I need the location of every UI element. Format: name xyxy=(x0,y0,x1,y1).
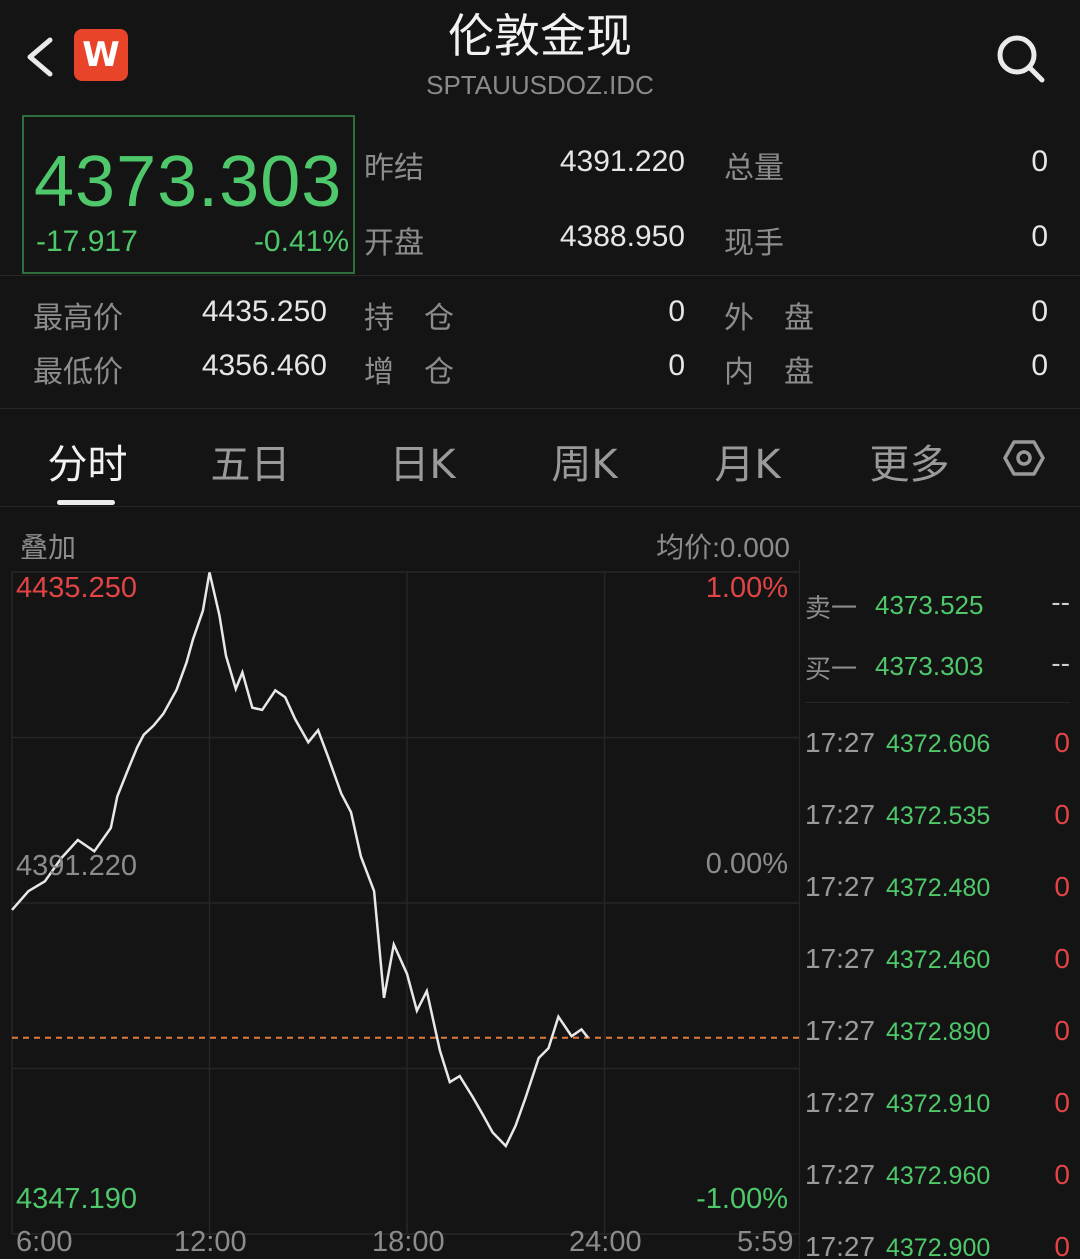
tick-volume: 0 xyxy=(1054,727,1070,758)
low-value: 4356.460 xyxy=(201,349,327,382)
tick-price: 4372.480 xyxy=(886,874,991,902)
bid-volume: -- xyxy=(1051,649,1070,679)
tick-volume: 0 xyxy=(1054,1087,1070,1118)
tick-volume: 0 xyxy=(1054,1231,1070,1259)
side-divider xyxy=(799,560,800,1259)
tab-weekly-k[interactable]: 周K xyxy=(537,432,632,490)
tick-volume: 0 xyxy=(1054,1159,1070,1190)
search-button[interactable] xyxy=(990,28,1050,88)
divider xyxy=(0,275,1080,276)
tab-intraday[interactable]: 分时 xyxy=(40,432,135,490)
tick-volume: 0 xyxy=(1054,871,1070,902)
pct-axis-mid-label: 0.00% xyxy=(705,848,788,880)
tab-five-day[interactable]: 五日 xyxy=(203,432,298,490)
tab-daily-k[interactable]: 日K xyxy=(375,432,470,490)
divider xyxy=(805,702,1070,703)
tick-price: 4372.890 xyxy=(886,1018,991,1046)
logo-letter: W xyxy=(82,35,120,75)
tick-price: 4372.910 xyxy=(886,1090,991,1118)
tick-price: 4372.960 xyxy=(886,1162,991,1190)
open-value: 4388.950 xyxy=(559,220,685,253)
tab-more[interactable]: 更多 xyxy=(862,432,957,490)
chart-grid xyxy=(11,571,800,1235)
inner-label: 内 盘 xyxy=(724,355,814,390)
ask-label: 卖一 xyxy=(805,594,858,624)
tick-price: 4372.900 xyxy=(886,1234,991,1259)
price-change-pct: -0.41% xyxy=(253,225,349,258)
high-label: 最高价 xyxy=(33,301,123,336)
intraday-chart[interactable] xyxy=(0,560,800,1259)
open-interest-label: 持 仓 xyxy=(364,301,454,336)
oi-change-value: 0 xyxy=(668,349,685,382)
bid-label: 买一 xyxy=(805,655,858,685)
page-title: 伦敦金现 xyxy=(448,9,632,63)
y-axis-top-label: 4435.250 xyxy=(16,572,137,604)
chevron-left-icon xyxy=(27,37,53,77)
settings-hexagon-icon xyxy=(1003,440,1045,476)
price-box: 4373.303 -17.917 -0.41% xyxy=(22,115,355,274)
current-hand-label: 现手 xyxy=(724,226,784,261)
tab-monthly-k[interactable]: 月K xyxy=(700,432,795,490)
back-button[interactable] xyxy=(18,28,66,86)
pct-axis-top-label: 1.00% xyxy=(705,572,788,604)
tick-time: 17:27 xyxy=(805,1231,876,1259)
ask-volume: -- xyxy=(1051,588,1070,618)
tick-volume: 0 xyxy=(1054,943,1070,974)
prev-settle-label: 昨结 xyxy=(364,151,424,186)
tick-time: 17:27 xyxy=(805,943,876,974)
app-logo: W xyxy=(74,29,128,81)
x-axis-label: 24:00 xyxy=(569,1226,642,1258)
divider xyxy=(0,506,1080,507)
total-volume-value: 0 xyxy=(1031,145,1048,178)
divider xyxy=(0,408,1080,409)
high-value: 4435.250 xyxy=(201,295,327,328)
active-tab-indicator xyxy=(57,500,115,505)
y-axis-bottom-label: 4347.190 xyxy=(16,1183,137,1215)
tick-price: 4372.535 xyxy=(886,802,991,830)
open-interest-value: 0 xyxy=(668,295,685,328)
prev-settle-value: 4391.220 xyxy=(559,145,685,178)
bid-price: 4373.303 xyxy=(875,651,984,681)
symbol-code: SPTAUUSDOZ.IDC xyxy=(426,70,654,100)
last-price: 4373.303 xyxy=(34,142,343,222)
inner-value: 0 xyxy=(1031,349,1048,382)
open-label: 开盘 xyxy=(364,226,424,261)
x-axis-label: 5:59 xyxy=(737,1226,794,1258)
tick-time: 17:27 xyxy=(805,871,876,902)
price-change: -17.917 xyxy=(36,225,138,258)
tick-time: 17:27 xyxy=(805,1087,876,1118)
outer-value: 0 xyxy=(1031,295,1048,328)
x-axis-label: 12:00 xyxy=(174,1226,247,1258)
tick-price: 4372.460 xyxy=(886,946,991,974)
chart-settings-button[interactable] xyxy=(1002,436,1046,480)
low-label: 最低价 xyxy=(33,355,123,390)
outer-label: 外 盘 xyxy=(724,301,814,336)
tick-time: 17:27 xyxy=(805,1015,876,1046)
tick-time: 17:27 xyxy=(805,727,876,758)
x-axis-label: 18:00 xyxy=(372,1226,445,1258)
current-hand-value: 0 xyxy=(1031,220,1048,253)
x-axis-label: 6:00 xyxy=(16,1226,73,1258)
pct-axis-bottom-label: -1.00% xyxy=(696,1183,788,1215)
tick-volume: 0 xyxy=(1054,799,1070,830)
ask-price: 4373.525 xyxy=(875,590,984,620)
total-volume-label: 总量 xyxy=(724,151,784,186)
tick-volume: 0 xyxy=(1054,1015,1070,1046)
search-icon xyxy=(997,35,1045,83)
tick-time: 17:27 xyxy=(805,799,876,830)
oi-change-label: 增 仓 xyxy=(364,355,454,390)
y-axis-mid-label: 4391.220 xyxy=(16,850,137,882)
tick-price: 4372.606 xyxy=(886,730,991,758)
tick-time: 17:27 xyxy=(805,1159,876,1190)
